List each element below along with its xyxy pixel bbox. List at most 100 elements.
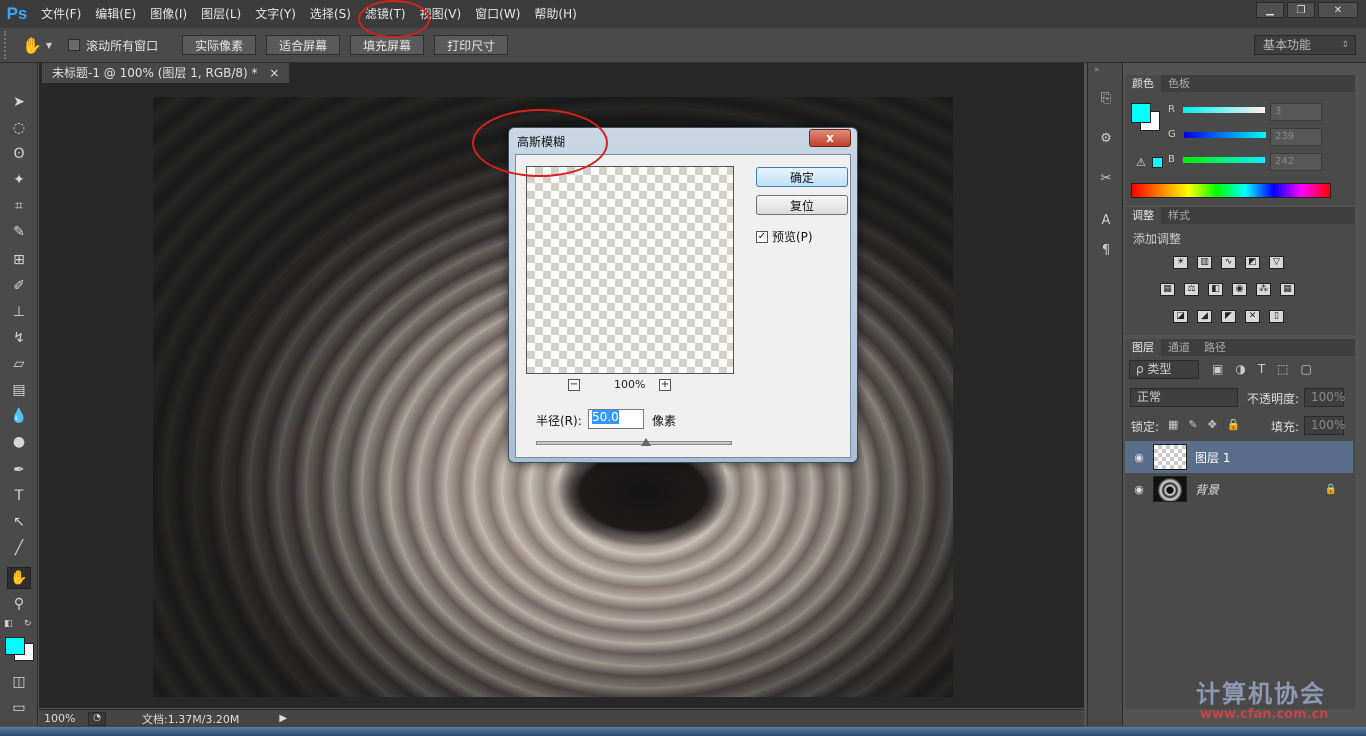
tab-color[interactable]: 颜色	[1125, 75, 1161, 92]
menu-file[interactable]: 文件(F)	[34, 0, 88, 28]
lasso-tool-icon[interactable]: ʘ	[7, 143, 31, 165]
layer-row-layer1[interactable]: ◉ 图层 1	[1125, 441, 1353, 473]
print-size-button[interactable]: 打印尺寸	[434, 35, 509, 55]
vibrance-icon[interactable]: ▽	[1269, 256, 1284, 269]
menu-window[interactable]: 窗口(W)	[468, 0, 527, 28]
tab-channels[interactable]: 通道	[1161, 339, 1197, 356]
blur-preview[interactable]	[526, 166, 734, 374]
line-tool-icon[interactable]: ╱	[7, 537, 31, 559]
exposure-icon[interactable]: ◩	[1245, 256, 1260, 269]
zoom-level[interactable]: 100%	[44, 712, 88, 725]
green-channel-value[interactable]: 239	[1270, 128, 1322, 146]
color-spectrum[interactable]	[1131, 183, 1331, 198]
hand-tool-icon[interactable]: ✋	[22, 36, 42, 55]
radius-slider-track[interactable]	[536, 441, 732, 445]
menu-help[interactable]: 帮助(H)	[527, 0, 583, 28]
radius-input[interactable]: 50.0	[588, 409, 644, 429]
opacity-input[interactable]: 100%	[1304, 388, 1345, 407]
hand-tool-icon[interactable]: ✋	[7, 567, 31, 589]
gamut-swatch[interactable]	[1152, 157, 1163, 168]
history-panel-icon[interactable]: ⎘	[1095, 87, 1117, 109]
tab-swatches[interactable]: 色板	[1161, 75, 1197, 92]
posterize-icon[interactable]: ◢	[1197, 310, 1212, 323]
close-tab-icon[interactable]: ×	[269, 66, 279, 80]
channel-mixer-icon[interactable]: ⁂	[1256, 283, 1271, 296]
menu-edit[interactable]: 编辑(E)	[88, 0, 143, 28]
crop-tool-icon[interactable]: ⌗	[7, 195, 31, 217]
gradient-map-icon[interactable]: ▯	[1269, 310, 1284, 323]
menu-image[interactable]: 图像(I)	[143, 0, 194, 28]
black-white-icon[interactable]: ◧	[1208, 283, 1223, 296]
status-info-icon[interactable]: ◔	[88, 711, 106, 726]
filter-image-icon[interactable]: ▣	[1212, 362, 1223, 376]
history-brush-tool-icon[interactable]: ↯	[7, 327, 31, 349]
scroll-all-windows-option[interactable]: 滚动所有窗口	[68, 37, 158, 54]
filter-smart-icon[interactable]: ▢	[1301, 362, 1312, 376]
fit-screen-button[interactable]: 适合屏幕	[266, 35, 341, 55]
dodge-tool-icon[interactable]: ●	[7, 431, 31, 453]
default-colors-icon[interactable]: ◧	[4, 619, 13, 629]
brightness-icon[interactable]: ☀	[1173, 256, 1188, 269]
menu-layer[interactable]: 图层(L)	[194, 0, 248, 28]
menu-type[interactable]: 文字(Y)	[248, 0, 303, 28]
tab-adjustments[interactable]: 调整	[1125, 207, 1161, 224]
filter-shape-icon[interactable]: ⬚	[1277, 362, 1288, 376]
preview-option[interactable]: ✓ 预览(P)	[756, 228, 813, 245]
invert-icon[interactable]: ◪	[1173, 310, 1188, 323]
type-tool-icon[interactable]: T	[7, 485, 31, 507]
gamut-warning-icon[interactable]: ⚠	[1136, 156, 1146, 169]
color-balance-icon[interactable]: ⚖	[1184, 283, 1199, 296]
brush-tool-icon[interactable]: ✐	[7, 275, 31, 297]
lock-paint-icon[interactable]: ✎	[1188, 418, 1197, 431]
reset-button[interactable]: 复位	[756, 195, 848, 215]
fill-input[interactable]: 100%	[1304, 416, 1345, 435]
character-panel-icon[interactable]: A	[1095, 209, 1117, 231]
path-selection-tool-icon[interactable]: ↖	[7, 511, 31, 533]
stamp-tool-icon[interactable]: ⊥	[7, 301, 31, 323]
filter-adjustment-icon[interactable]: ◑	[1235, 362, 1245, 376]
fill-screen-button[interactable]: 填充屏幕	[350, 35, 425, 55]
scroll-all-checkbox[interactable]	[68, 39, 81, 51]
brush-panel-icon[interactable]: ✂	[1095, 167, 1117, 189]
marquee-tool-icon[interactable]: ◌	[7, 117, 31, 139]
close-window-button[interactable]: ✕	[1318, 2, 1358, 18]
tab-paths[interactable]: 路径	[1197, 339, 1233, 356]
tab-styles[interactable]: 样式	[1161, 207, 1197, 224]
workspace-select[interactable]: 基本功能 ⇕	[1254, 35, 1356, 55]
visibility-eye-icon[interactable]: ◉	[1125, 451, 1153, 464]
levels-icon[interactable]: ▥	[1197, 256, 1212, 269]
lock-transparent-icon[interactable]: ▦	[1168, 418, 1178, 431]
preview-checkbox[interactable]: ✓	[756, 230, 768, 243]
foreground-color-swatch[interactable]	[5, 637, 25, 655]
swap-colors-icon[interactable]: ↻	[24, 619, 32, 629]
dialog-close-button[interactable]: x	[809, 129, 851, 147]
ok-button[interactable]: 确定	[756, 167, 848, 187]
properties-panel-icon[interactable]: ⚙	[1095, 127, 1117, 149]
blur-tool-icon[interactable]: 💧	[7, 405, 31, 427]
preview-zoom-in-button[interactable]: +	[659, 379, 671, 391]
lock-all-icon[interactable]: 🔒	[1227, 418, 1241, 431]
radius-slider-thumb[interactable]	[641, 438, 651, 446]
eyedropper-tool-icon[interactable]: ✎	[7, 221, 31, 243]
green-channel-slider[interactable]	[1183, 131, 1266, 138]
collapse-icon[interactable]: »	[1094, 65, 1100, 75]
layer-row-background[interactable]: ◉ 背景 🔒	[1125, 473, 1353, 505]
blue-channel-value[interactable]: 242	[1270, 153, 1322, 171]
panel-foreground-swatch[interactable]	[1131, 103, 1151, 123]
menu-select[interactable]: 选择(S)	[303, 0, 358, 28]
gradient-tool-icon[interactable]: ▤	[7, 379, 31, 401]
photo-filter-icon[interactable]: ◉	[1232, 283, 1247, 296]
paragraph-panel-icon[interactable]: ¶	[1095, 239, 1117, 261]
quick-mask-icon[interactable]: ◫	[7, 671, 31, 693]
tab-layers[interactable]: 图层	[1125, 339, 1161, 356]
hue-saturation-icon[interactable]: ▦	[1160, 283, 1175, 296]
screen-mode-icon[interactable]: ▭	[7, 697, 31, 719]
status-menu-arrow-icon[interactable]: ▶	[279, 713, 287, 724]
blend-mode-select[interactable]: 正常	[1130, 388, 1238, 407]
magic-wand-tool-icon[interactable]: ✦	[7, 169, 31, 191]
red-channel-value[interactable]: 3	[1270, 103, 1322, 121]
selective-color-icon[interactable]: ✕	[1245, 310, 1260, 323]
curves-icon[interactable]: ∿	[1221, 256, 1236, 269]
red-channel-slider[interactable]	[1182, 106, 1265, 113]
lock-move-icon[interactable]: ✥	[1208, 418, 1217, 431]
